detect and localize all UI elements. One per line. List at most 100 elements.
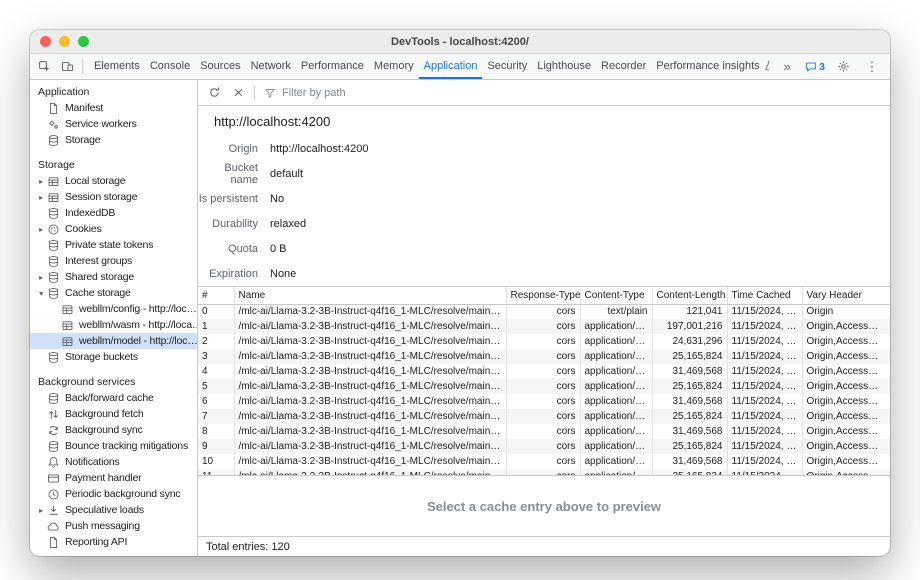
tab-application[interactable]: Application <box>419 54 483 79</box>
cell-vary-header: Origin,Access… <box>802 349 890 364</box>
metadata-row-durability: Durabilityrelaxed <box>198 211 890 236</box>
sidebar-item-shared-storage[interactable]: ▸ Shared storage <box>30 269 197 285</box>
sidebar-item-label: Session storage <box>65 191 137 203</box>
filter-funnel-icon <box>264 87 276 99</box>
sidebar-item-speculative-loads[interactable]: ▸Speculative loads <box>30 502 197 518</box>
close-window-button[interactable] <box>40 36 51 47</box>
sidebar-item-cache-storage[interactable]: ▾Cache storage <box>30 285 197 301</box>
chevron-down-icon[interactable]: ▾ <box>36 289 46 298</box>
column-header-content-length[interactable]: Content-Length <box>652 287 727 304</box>
sidebar-item-label: Push messaging <box>65 520 140 532</box>
sidebar-item-webllm-model-http-loc[interactable]: webllm/model - http://loc… <box>30 333 197 349</box>
sidebar-item-webllm-config-http-loc[interactable]: webllm/config - http://loc… <box>30 301 197 317</box>
tab-performance-insights[interactable]: Performance insights <box>651 54 769 79</box>
sidebar-item-label: Storage buckets <box>65 351 138 363</box>
database-icon <box>46 254 61 268</box>
tab-recorder[interactable]: Recorder <box>596 54 651 79</box>
cache-entry-row[interactable]: 0/mlc-ai/Llama-3.2-3B-Instruct-q4f16_1-M… <box>198 304 890 319</box>
settings-button[interactable] <box>832 56 854 78</box>
sidebar-item-push-messaging[interactable]: Push messaging <box>30 518 197 534</box>
minimize-window-button[interactable] <box>59 36 70 47</box>
chevron-right-icon[interactable]: ▸ <box>36 273 46 282</box>
sidebar-item-notifications[interactable]: Notifications <box>30 454 197 470</box>
sidebar-item-storage-buckets[interactable]: Storage buckets <box>30 349 197 365</box>
delete-selected-button[interactable] <box>227 82 249 104</box>
cell-name: /mlc-ai/Llama-3.2-3B-Instruct-q4f16_1-ML… <box>234 409 506 424</box>
tab-elements[interactable]: Elements <box>89 54 145 79</box>
cell-content-type: application/oc… <box>580 364 652 379</box>
cell-time-cached: 11/15/2024, 10… <box>727 349 802 364</box>
more-tabs-button[interactable]: » <box>776 56 798 78</box>
column-header-name[interactable]: Name <box>234 287 506 304</box>
card-icon <box>46 471 61 485</box>
fullscreen-window-button[interactable] <box>78 36 89 47</box>
cell-content-type: application/oc… <box>580 319 652 334</box>
sidebar-item-reporting-api[interactable]: Reporting API <box>30 534 197 550</box>
kebab-menu-button[interactable]: ⋮ <box>861 56 883 78</box>
sidebar-item-storage[interactable]: Storage <box>30 132 197 148</box>
sidebar-item-back-forward-cache[interactable]: Back/forward cache <box>30 390 197 406</box>
table-icon <box>46 190 61 204</box>
database-icon <box>46 238 61 252</box>
column-header-[interactable]: # <box>198 287 234 304</box>
cache-entry-row[interactable]: 1/mlc-ai/Llama-3.2-3B-Instruct-q4f16_1-M… <box>198 319 890 334</box>
panel-tabs: ElementsConsoleSourcesNetworkPerformance… <box>89 54 769 79</box>
cache-entry-row[interactable]: 3/mlc-ai/Llama-3.2-3B-Instruct-q4f16_1-M… <box>198 349 890 364</box>
sidebar-item-interest-groups[interactable]: Interest groups <box>30 253 197 269</box>
cache-entry-row[interactable]: 5/mlc-ai/Llama-3.2-3B-Instruct-q4f16_1-M… <box>198 379 890 394</box>
tab-security[interactable]: Security <box>482 54 532 79</box>
sidebar-item-manifest[interactable]: Manifest <box>30 100 197 116</box>
sidebar-item-periodic-background-sync[interactable]: Periodic background sync <box>30 486 197 502</box>
refresh-button[interactable] <box>203 82 225 104</box>
column-header-content-type[interactable]: Content-Type <box>580 287 652 304</box>
tab-console[interactable]: Console <box>145 54 195 79</box>
cache-entry-row[interactable]: 9/mlc-ai/Llama-3.2-3B-Instruct-q4f16_1-M… <box>198 439 890 454</box>
sidebar-item-payment-handler[interactable]: Payment handler <box>30 470 197 486</box>
filter-input[interactable]: Filter by path <box>260 87 346 99</box>
sidebar-item-label: Interest groups <box>65 255 132 267</box>
issues-button[interactable]: 3 <box>805 61 825 73</box>
cache-entry-row[interactable]: 6/mlc-ai/Llama-3.2-3B-Instruct-q4f16_1-M… <box>198 394 890 409</box>
window-controls <box>40 30 89 53</box>
column-header-vary-header[interactable]: Vary Header <box>802 287 890 304</box>
sidebar-item-local-storage[interactable]: ▸Local storage <box>30 173 197 189</box>
chevron-right-icon[interactable]: ▸ <box>36 506 46 515</box>
cache-table-header-row: #NameResponse-TypeContent-TypeContent-Le… <box>198 287 890 304</box>
chevron-right-icon[interactable]: ▸ <box>36 225 46 234</box>
device-toolbar-button[interactable] <box>56 56 78 78</box>
sidebar-item-cookies[interactable]: ▸Cookies <box>30 221 197 237</box>
cache-entry-row[interactable]: 8/mlc-ai/Llama-3.2-3B-Instruct-q4f16_1-M… <box>198 424 890 439</box>
sidebar-item-session-storage[interactable]: ▸ Session storage <box>30 189 197 205</box>
cell-: 1 <box>198 319 234 334</box>
tab-network[interactable]: Network <box>246 54 296 79</box>
column-header-response-type[interactable]: Response-Type <box>506 287 580 304</box>
sidebar-item-service-workers[interactable]: Service workers <box>30 116 197 132</box>
column-header-time-cached[interactable]: Time Cached <box>727 287 802 304</box>
cell-content-type: application/oc… <box>580 439 652 454</box>
inspect-element-button[interactable] <box>33 56 55 78</box>
chevron-right-icon[interactable]: ▸ <box>36 193 46 202</box>
cache-entry-row[interactable]: 4/mlc-ai/Llama-3.2-3B-Instruct-q4f16_1-M… <box>198 364 890 379</box>
cell-name: /mlc-ai/Llama-3.2-3B-Instruct-q4f16_1-ML… <box>234 304 506 319</box>
total-entries: Total entries: 120 <box>206 541 290 553</box>
sidebar-item-background-fetch[interactable]: Background fetch <box>30 406 197 422</box>
sidebar-item-private-state-tokens[interactable]: Private state tokens <box>30 237 197 253</box>
cache-entry-row[interactable]: 10/mlc-ai/Llama-3.2-3B-Instruct-q4f16_1-… <box>198 454 890 469</box>
sidebar-item-webllm-wasm-http-loca[interactable]: webllm/wasm - http://loca… <box>30 317 197 333</box>
toolbar-divider <box>254 85 255 100</box>
cache-entry-row[interactable]: 2/mlc-ai/Llama-3.2-3B-Instruct-q4f16_1-M… <box>198 334 890 349</box>
tab-performance[interactable]: Performance <box>296 54 369 79</box>
cell-response-type: cors <box>506 364 580 379</box>
chevron-right-icon[interactable]: ▸ <box>36 177 46 186</box>
sidebar-item-bounce-tracking-mitigations[interactable]: Bounce tracking mitigations <box>30 438 197 454</box>
tab-lighthouse[interactable]: Lighthouse <box>532 54 596 79</box>
sidebar-item-label: Payment handler <box>65 472 141 484</box>
sidebar-item-indexeddb[interactable]: IndexedDB <box>30 205 197 221</box>
sidebar-item-background-sync[interactable]: Background sync <box>30 422 197 438</box>
cell-: 10 <box>198 454 234 469</box>
cell-name: /mlc-ai/Llama-3.2-3B-Instruct-q4f16_1-ML… <box>234 379 506 394</box>
sidebar-item-label: Shared storage <box>65 271 134 283</box>
tab-sources[interactable]: Sources <box>195 54 245 79</box>
tab-memory[interactable]: Memory <box>369 54 419 79</box>
cache-entry-row[interactable]: 7/mlc-ai/Llama-3.2-3B-Instruct-q4f16_1-M… <box>198 409 890 424</box>
